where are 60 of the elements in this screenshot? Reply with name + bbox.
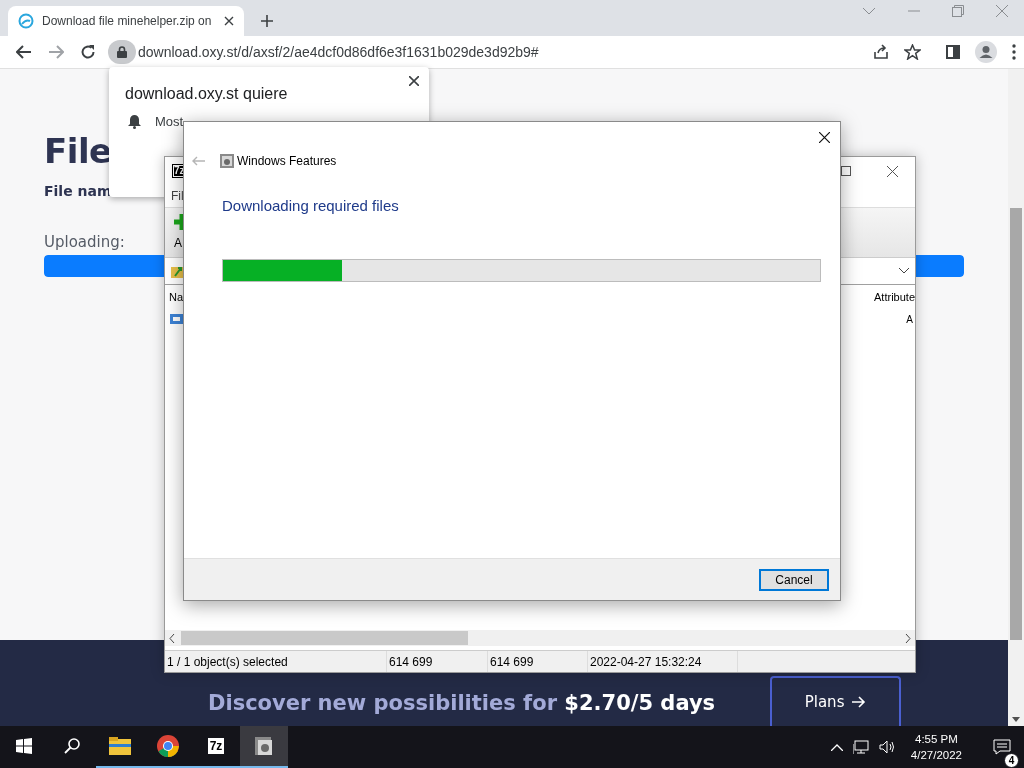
star-icon[interactable] <box>904 44 921 60</box>
status-text: 614 699 <box>488 651 588 672</box>
scrollbar[interactable] <box>1008 69 1024 726</box>
chevron-up-icon[interactable] <box>830 743 843 751</box>
dialog-heading: Downloading required files <box>222 197 400 214</box>
scrollbar-thumb[interactable] <box>1010 208 1022 640</box>
dialog-title: Windows Features <box>237 154 337 168</box>
share-icon[interactable] <box>873 44 889 60</box>
side-panel-icon[interactable] <box>946 45 960 59</box>
notification-badge: 4 <box>1004 753 1019 768</box>
clock-date[interactable]: 4/27/2022 <box>910 747 962 763</box>
notifications-icon[interactable] <box>993 739 1011 755</box>
column-header[interactable]: Attribute <box>874 291 915 303</box>
toolbar-label[interactable]: A <box>174 236 182 250</box>
profile-icon[interactable] <box>975 41 997 63</box>
volume-icon[interactable] <box>878 740 897 754</box>
close-icon[interactable] <box>409 76 419 86</box>
file-name-label: File nam <box>44 183 112 199</box>
clock-time[interactable]: 4:55 PM <box>915 731 958 747</box>
restore-icon[interactable] <box>952 5 964 17</box>
scroll-right-icon[interactable] <box>905 633 911 643</box>
installer-icon <box>219 153 235 169</box>
table-cell: A <box>906 313 913 325</box>
scrollbar-thumb[interactable] <box>181 631 468 645</box>
status-text: 614 699 <box>387 651 488 672</box>
status-text: 1 / 1 object(s) selected <box>165 651 387 672</box>
browser-tab[interactable]: Download file minehelper.zip on <box>8 6 244 36</box>
chevron-down-icon[interactable] <box>899 268 909 274</box>
uploading-label: Uploading: <box>44 233 125 251</box>
prompt-title: download.oxy.st quiere <box>125 85 289 103</box>
search-icon[interactable] <box>64 738 80 754</box>
reload-icon[interactable] <box>80 44 96 60</box>
status-text: 2022-04-27 15:32:24 <box>588 651 738 672</box>
permission-text: Most <box>155 114 184 129</box>
installer-button[interactable] <box>240 726 288 768</box>
lock-icon[interactable] <box>117 46 127 58</box>
page-title: File <box>44 130 112 173</box>
bell-icon <box>128 114 141 129</box>
close-icon[interactable] <box>819 131 830 143</box>
back-icon[interactable] <box>16 45 32 59</box>
close-icon[interactable] <box>886 165 898 177</box>
column-header[interactable]: Na <box>169 291 184 303</box>
horizontal-scrollbar[interactable] <box>165 630 915 646</box>
menu-icon[interactable] <box>1012 44 1016 60</box>
arrow-right-icon <box>852 696 867 708</box>
scroll-down-icon[interactable] <box>1012 717 1020 722</box>
windows-icon[interactable] <box>16 738 32 754</box>
folder-icon[interactable] <box>109 737 131 755</box>
close-icon[interactable] <box>224 16 234 26</box>
installer-icon[interactable] <box>253 735 275 757</box>
swirl-icon <box>18 13 34 29</box>
maximize-icon[interactable] <box>841 166 851 176</box>
browser-icon[interactable] <box>157 735 179 757</box>
menu-item[interactable]: Fil <box>171 189 184 203</box>
plus-icon[interactable] <box>260 14 274 28</box>
address-bar[interactable]: download.oxy.st/d/axsf/2/ae4dcf0d86df6e3f1631b029de3d92b9# <box>138 44 539 60</box>
scroll-left-icon[interactable] <box>169 633 175 643</box>
promo-text: Discover new possibilities for $2.70/5 days <box>208 691 716 715</box>
network-icon[interactable] <box>852 740 869 754</box>
cancel-button[interactable]: Cancel <box>759 568 829 591</box>
